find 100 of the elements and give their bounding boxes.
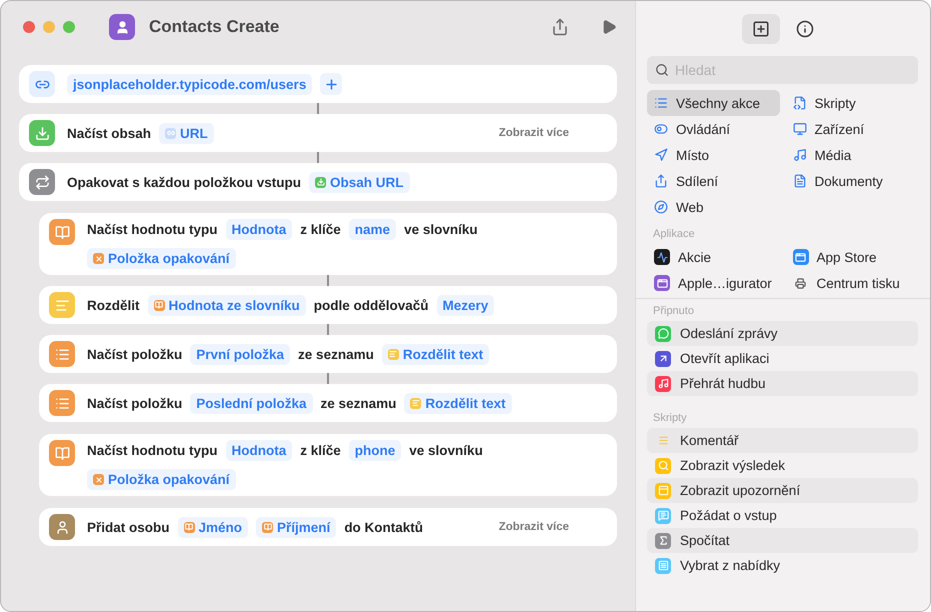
action-card[interactable]: jsonplaceholder.typicode.com/users — [19, 65, 617, 103]
parameter-token[interactable]: Poslední položka — [190, 392, 313, 414]
action-card[interactable]: Opakovat s každou položkou vstupu Obsah URL — [19, 163, 617, 201]
parameter-token[interactable]: name — [348, 219, 396, 240]
action-item[interactable]: Vybrat z nabídky — [647, 553, 918, 578]
action-text: Přidat osobu — [87, 520, 170, 534]
book-icon — [49, 440, 75, 466]
parameter-token[interactable]: Hodnota — [226, 219, 292, 240]
variable-icon — [315, 176, 326, 188]
search-icon — [655, 63, 669, 77]
app-item[interactable]: Akcie — [647, 244, 780, 270]
category-item[interactable]: Zařízení — [786, 116, 918, 142]
action-text: Načíst obsah — [67, 126, 152, 140]
action-text: ze seznamu — [320, 396, 396, 410]
action-text: z klíče — [300, 222, 341, 237]
action-text: Načíst hodnotu typu — [87, 222, 218, 237]
parameter-token[interactable]: První položka — [190, 344, 290, 364]
parameter-token[interactable]: Hodnota ze slovníku — [148, 294, 306, 316]
document-icon — [792, 174, 806, 188]
toggle-icon — [654, 122, 668, 136]
action-card[interactable]: Přidat osobu Jméno Příjmení do Kontaktů Zobrazit více — [39, 508, 617, 546]
parameter-token[interactable]: Rozdělit text — [404, 392, 512, 414]
close-button[interactable] — [23, 21, 35, 33]
parameter-token[interactable]: phone — [348, 440, 402, 461]
section-heading: Připnuto — [652, 304, 695, 319]
action-text: ve slovníku — [404, 222, 478, 237]
parameter-token[interactable]: Položka opakování — [87, 469, 236, 490]
parameter-token[interactable]: Příjmení — [256, 516, 336, 538]
variable-icon — [93, 253, 104, 264]
action-item[interactable]: Otevřít aplikaci — [647, 346, 918, 371]
category-item[interactable]: Ovládání — [647, 116, 780, 142]
action-text: podle oddělovačů — [314, 298, 429, 312]
action-item[interactable]: Požádat o vstup — [647, 503, 918, 528]
parameter-token[interactable]: Obsah URL — [309, 172, 410, 192]
category-item[interactable]: Všechny akce — [647, 90, 780, 116]
action-item[interactable]: Spočítat — [647, 528, 918, 553]
script-icon — [792, 96, 806, 110]
chart-line-icon — [654, 249, 670, 265]
person-icon — [49, 514, 75, 540]
action-item[interactable]: Odeslání zprávy — [647, 321, 918, 346]
category-item[interactable]: Skripty — [786, 90, 918, 116]
action-card[interactable]: Načíst položku První položka ze seznamu Rozdělit text — [39, 335, 617, 373]
action-text: Rozdělit — [87, 298, 140, 312]
parameter-token[interactable]: Rozdělit text — [382, 344, 490, 364]
action-text: ze seznamu — [298, 346, 374, 362]
action-text: Načíst položku — [87, 346, 182, 362]
action-item[interactable]: Přehrát hudbu — [647, 371, 918, 396]
show-more-button[interactable]: Zobrazit více — [492, 126, 575, 140]
action-text: Načíst položku — [87, 396, 182, 410]
monitor-icon — [792, 122, 806, 136]
share-icon[interactable] — [551, 18, 569, 36]
link-icon — [29, 71, 55, 97]
repeat-icon — [29, 169, 55, 195]
variable-icon — [165, 128, 176, 138]
action-card[interactable]: Rozdělit Hodnota ze slovníku podle oddělovačů Mezery — [39, 286, 617, 324]
plus-icon — [324, 76, 339, 92]
window-title: Contacts Create — [149, 17, 280, 37]
category-item[interactable]: Místo — [647, 142, 780, 168]
action-item[interactable]: Zobrazit upozornění — [647, 478, 918, 503]
parameter-token[interactable]: Položka opakování — [87, 248, 236, 269]
add-button[interactable] — [320, 73, 342, 95]
app-item[interactable]: Centrum tisku — [786, 270, 918, 296]
share-icon — [654, 174, 668, 188]
app-item[interactable]: App Store — [786, 244, 918, 270]
app-item[interactable]: Apple…igurator — [647, 270, 780, 296]
sigma-icon — [655, 532, 671, 548]
category-item[interactable]: Sdílení — [647, 168, 780, 194]
variable-icon — [388, 348, 399, 360]
action-card[interactable]: Načíst obsah URL Zobrazit více — [19, 114, 617, 152]
category-item[interactable]: Média — [786, 142, 918, 168]
app-icon — [654, 275, 670, 291]
action-card[interactable]: Načíst hodnotu typu Hodnota z klíče name ve slovníku Položka opakování — [39, 213, 617, 275]
speech-bubble-icon — [655, 508, 671, 524]
parameter-token[interactable]: Hodnota — [226, 440, 292, 461]
section-heading: Skripty — [652, 411, 688, 426]
category-item[interactable]: Web — [647, 194, 780, 220]
parameter-token[interactable]: jsonplaceholder.typicode.com/users — [67, 74, 312, 94]
action-item[interactable]: Komentář — [647, 428, 918, 453]
action-text: do Kontaktů — [344, 520, 424, 534]
category-item[interactable]: Dokumenty — [786, 168, 918, 194]
action-text: ve slovníku — [409, 443, 483, 458]
play-icon[interactable] — [601, 19, 617, 35]
compass-icon — [654, 200, 668, 214]
parameter-token[interactable]: Mezery — [436, 294, 494, 316]
panel-tab[interactable] — [742, 14, 780, 44]
action-card[interactable]: Načíst položku Poslední položka ze seznamu Rozdělit text — [39, 384, 617, 422]
window-icon — [655, 482, 671, 498]
parameter-token[interactable]: URL — [159, 122, 214, 144]
magnifier-icon — [655, 458, 671, 474]
show-more-button[interactable]: Zobrazit více — [492, 520, 575, 534]
message-bubble-icon — [655, 326, 671, 342]
section-heading: Aplikace — [652, 227, 696, 242]
action-item[interactable]: Zobrazit výsledek — [647, 453, 918, 478]
list-icon — [654, 96, 668, 110]
variable-icon — [184, 522, 195, 532]
variable-icon — [154, 300, 164, 310]
action-text: Opakovat s každou položkou vstupu — [67, 174, 302, 190]
music-note-icon — [655, 376, 671, 392]
parameter-token[interactable]: Jméno — [178, 516, 248, 538]
action-card[interactable]: Načíst hodnotu typu Hodnota z klíče phone ve slovníku Položka opakování — [39, 434, 617, 496]
